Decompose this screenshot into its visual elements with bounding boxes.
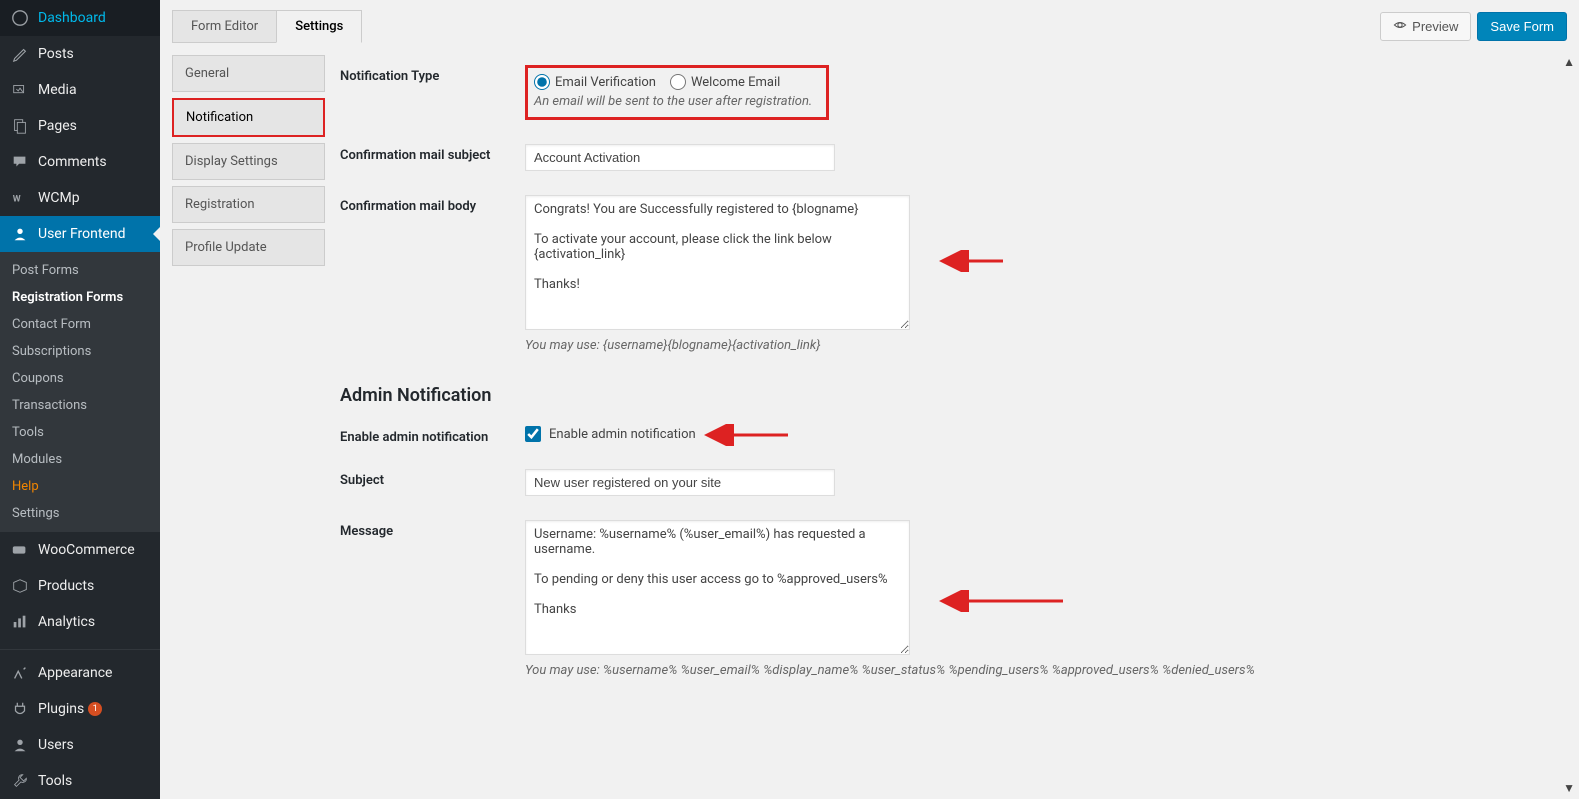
appearance-icon (10, 663, 30, 683)
subject-label: Subject (340, 469, 525, 488)
preview-label: Preview (1412, 19, 1458, 34)
radio-welcome-email[interactable]: Welcome Email (670, 74, 780, 90)
menu-users[interactable]: Users (0, 727, 160, 763)
comments-icon (10, 152, 30, 172)
notification-type-hint: An email will be sent to the user after … (534, 94, 812, 109)
menu-label: User Frontend (38, 226, 125, 242)
menu-media[interactable]: Media (0, 72, 160, 108)
confirm-body-hint: You may use: {username}{blogname}{activa… (525, 338, 1425, 353)
checkbox-text: Enable admin notification (549, 427, 696, 442)
menu-label: WCMp (38, 190, 80, 206)
menu-plugins[interactable]: Plugins 1 (0, 691, 160, 727)
admin-notification-heading: Admin Notification (340, 385, 1559, 406)
products-icon (10, 576, 30, 596)
menu-posts[interactable]: Posts (0, 36, 160, 72)
side-tab-registration[interactable]: Registration (172, 186, 325, 223)
menu-comments[interactable]: Comments (0, 144, 160, 180)
content-panel: Form Editor Settings Preview Save Form ▲… (160, 0, 1579, 799)
save-form-button[interactable]: Save Form (1477, 12, 1567, 41)
posts-icon (10, 44, 30, 64)
dashboard-icon (10, 8, 30, 28)
radio-label: Welcome Email (691, 75, 780, 90)
menu-woocommerce[interactable]: WooCommerce (0, 532, 160, 568)
radio-email-verification-input[interactable] (534, 74, 550, 90)
menu-label: Media (38, 82, 77, 98)
tab-form-editor[interactable]: Form Editor (172, 10, 277, 43)
confirm-subject-input[interactable] (525, 144, 835, 171)
annotation-arrow-icon (935, 250, 1005, 272)
menu-tools[interactable]: Tools (0, 763, 160, 799)
confirm-body-label: Confirmation mail body (340, 195, 525, 214)
menu-label: Tools (38, 773, 72, 789)
submenu-tools[interactable]: Tools (0, 419, 160, 446)
submenu-contact-form[interactable]: Contact Form (0, 311, 160, 338)
plugins-icon (10, 699, 30, 719)
menu-label: Posts (38, 46, 74, 62)
form-area: Notification Type Email Verification Wel… (340, 55, 1567, 692)
settings-side-tabs: General Notification Display Settings Re… (172, 55, 325, 692)
radio-email-verification[interactable]: Email Verification (534, 74, 656, 90)
admin-sidebar: Dashboard Posts Media Pages Comments W WC… (0, 0, 160, 799)
submenu: Post Forms Registration Forms Contact Fo… (0, 252, 160, 532)
media-icon (10, 80, 30, 100)
menu-pages[interactable]: Pages (0, 108, 160, 144)
message-hint: You may use: %username% %user_email% %di… (525, 663, 1425, 678)
menu-label: Products (38, 578, 94, 594)
side-tab-notification[interactable]: Notification (172, 98, 325, 137)
submenu-settings[interactable]: Settings (0, 500, 160, 527)
menu-products[interactable]: Products (0, 568, 160, 604)
menu-wcmp[interactable]: W WCMp (0, 180, 160, 216)
submenu-coupons[interactable]: Coupons (0, 365, 160, 392)
menu-label: Analytics (38, 614, 95, 630)
enable-admin-checkbox-label[interactable]: Enable admin notification (525, 426, 1425, 442)
message-textarea[interactable] (525, 520, 910, 655)
menu-separator (0, 645, 160, 650)
top-tabs: Form Editor Settings Preview Save Form (160, 0, 1579, 43)
submenu-modules[interactable]: Modules (0, 446, 160, 473)
scroll-down-icon: ▼ (1563, 781, 1575, 795)
submenu-transactions[interactable]: Transactions (0, 392, 160, 419)
side-tab-display-settings[interactable]: Display Settings (172, 143, 325, 180)
notification-type-label: Notification Type (340, 65, 525, 84)
submenu-registration-forms[interactable]: Registration Forms (0, 284, 160, 311)
wcmp-icon: W (10, 188, 30, 208)
menu-label: Pages (38, 118, 77, 134)
menu-label: Plugins (38, 701, 84, 717)
submenu-post-forms[interactable]: Post Forms (0, 257, 160, 284)
analytics-icon (10, 612, 30, 632)
menu-user-frontend[interactable]: User Frontend (0, 216, 160, 252)
menu-label: Users (38, 737, 74, 753)
confirm-body-textarea[interactable] (525, 195, 910, 330)
enable-admin-label: Enable admin notification (340, 426, 525, 445)
menu-dashboard[interactable]: Dashboard (0, 0, 160, 36)
user-frontend-icon (10, 224, 30, 244)
radio-label: Email Verification (555, 75, 656, 90)
subject-input[interactable] (525, 469, 835, 496)
eye-icon (1393, 18, 1407, 35)
enable-admin-checkbox[interactable] (525, 426, 541, 442)
menu-label: Dashboard (38, 10, 106, 26)
preview-button[interactable]: Preview (1380, 12, 1471, 41)
annotation-arrow-icon (935, 590, 1065, 612)
submenu-help[interactable]: Help (0, 473, 160, 500)
confirm-subject-label: Confirmation mail subject (340, 144, 525, 163)
menu-appearance[interactable]: Appearance (0, 655, 160, 691)
tools-icon (10, 771, 30, 791)
woocommerce-icon (10, 540, 30, 560)
menu-label: Comments (38, 154, 107, 170)
menu-label: WooCommerce (38, 542, 135, 558)
menu-label: Appearance (38, 665, 112, 681)
side-tab-profile-update[interactable]: Profile Update (172, 229, 325, 266)
users-icon (10, 735, 30, 755)
svg-text:W: W (13, 195, 21, 205)
tab-settings[interactable]: Settings (276, 10, 362, 43)
plugins-badge: 1 (88, 702, 102, 716)
message-label: Message (340, 520, 525, 539)
menu-analytics[interactable]: Analytics (0, 604, 160, 640)
radio-welcome-email-input[interactable] (670, 74, 686, 90)
notification-type-highlight: Email Verification Welcome Email An emai… (525, 65, 829, 120)
side-tab-general[interactable]: General (172, 55, 325, 92)
submenu-subscriptions[interactable]: Subscriptions (0, 338, 160, 365)
pages-icon (10, 116, 30, 136)
